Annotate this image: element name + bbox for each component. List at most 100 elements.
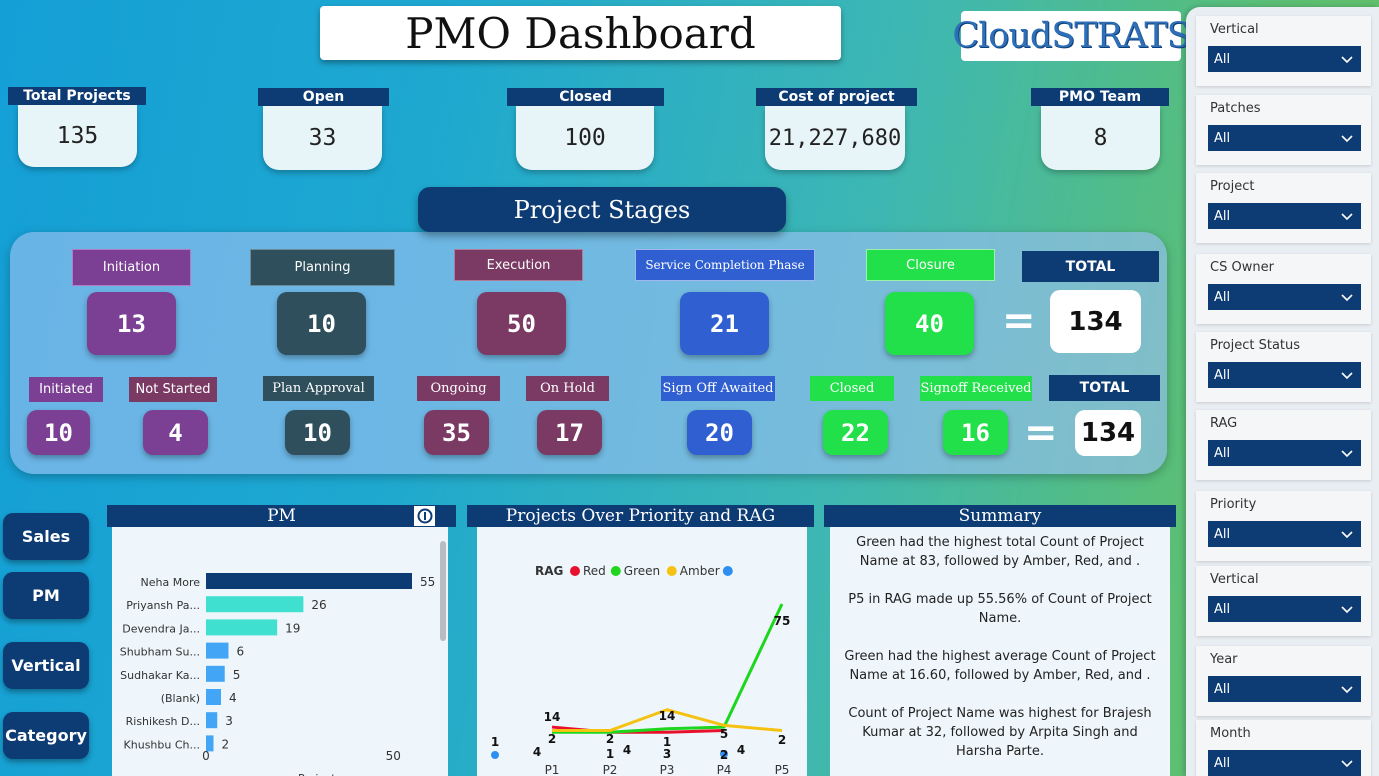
- stage-value-signoff-received: 16: [943, 410, 1008, 455]
- rag-x-tick: P1: [545, 763, 560, 776]
- slicer-dropdown[interactable]: All: [1208, 750, 1361, 776]
- slicer-label: CS Owner: [1210, 260, 1274, 275]
- slicer-label: Project Status: [1210, 338, 1301, 353]
- stage-value-plan-approval: 10: [285, 410, 350, 455]
- stage-value-service-completion: 21: [680, 292, 769, 355]
- stage-label-execution: Execution: [454, 249, 583, 281]
- slicer-dropdown[interactable]: All: [1208, 362, 1361, 388]
- slicer-label: RAG: [1210, 416, 1238, 431]
- slicer-value: All: [1214, 51, 1231, 67]
- kpi-value: 21,227,680: [765, 106, 905, 170]
- rag-legend-marker: [722, 566, 733, 576]
- stage-label-initiation: Initiation: [72, 249, 191, 286]
- slicer-dropdown[interactable]: All: [1208, 46, 1361, 72]
- slicer-value: All: [1214, 208, 1231, 224]
- nav-button-sales[interactable]: Sales: [3, 513, 89, 560]
- rag-data-label: 75: [774, 614, 791, 628]
- pm-category-label: Khushbu Ch...: [124, 738, 200, 751]
- stage-label-on-hold: On Hold: [526, 376, 609, 401]
- chevron-down-icon: [1341, 56, 1353, 64]
- pm-data-label: 4: [229, 691, 237, 705]
- slicer-dropdown[interactable]: All: [1208, 284, 1361, 310]
- pm-x-tick: 0: [202, 749, 210, 763]
- nav-button-pm[interactable]: PM: [3, 572, 89, 619]
- priority-rag-panel: Projects Over Priority and RAG RAG Red Gre…: [467, 505, 814, 776]
- slicer-dropdown[interactable]: All: [1208, 596, 1361, 622]
- summary-paragraph: P5 in RAG made up 55.56% of Count of Pro…: [848, 592, 1152, 626]
- equals-sign: =: [1002, 298, 1036, 344]
- pm-panel-header: PM: [107, 505, 456, 527]
- chevron-down-icon: [1341, 686, 1353, 694]
- stage-value-closed: 22: [823, 410, 888, 455]
- slicer-dropdown[interactable]: All: [1208, 521, 1361, 547]
- slicer-pane: Vertical All Patches All Project All CS …: [1186, 7, 1379, 776]
- pm-panel: PM Neha More 55 Priyansh Pa... 26 Devendra J…: [107, 505, 456, 776]
- slicer-project: Project All: [1196, 173, 1371, 243]
- info-icon[interactable]: [414, 506, 435, 526]
- rag-data-label: 4: [623, 743, 631, 757]
- slicer-dropdown[interactable]: All: [1208, 125, 1361, 151]
- pm-bar: [206, 619, 278, 636]
- nav-button-vertical[interactable]: Vertical: [3, 642, 89, 689]
- slicer-label: Priority: [1210, 497, 1257, 512]
- rag-legend-label: Amber: [680, 564, 720, 578]
- kpi-closed: Closed 100: [507, 88, 664, 170]
- equals-sign-2: =: [1024, 410, 1058, 456]
- summary-paragraph: Green had the highest total Count of Pro…: [856, 535, 1144, 569]
- rag-data-label: 14: [544, 710, 561, 724]
- stage-label-sign-off-awaited: Sign Off Awaited: [661, 376, 775, 401]
- stage-label-not-started: Not Started: [129, 377, 217, 402]
- kpi-open: Open 33: [258, 88, 389, 170]
- slicer-value: All: [1214, 601, 1231, 617]
- page-title: PMO Dashboard: [320, 6, 841, 60]
- rag-data-label: 3: [663, 747, 671, 761]
- pm-chart-body: Neha More 55 Priyansh Pa... 26 Devendra Ja..…: [112, 527, 448, 776]
- kpi-value: 8: [1041, 106, 1160, 170]
- rag-legend-marker: [570, 566, 580, 576]
- slicer-month: Month All: [1196, 720, 1371, 776]
- rag-legend-marker: [666, 566, 677, 576]
- pm-data-label: 2: [221, 737, 229, 751]
- chevron-down-icon: [1341, 213, 1353, 221]
- summary-panel: Summary Green had the highest total Coun…: [824, 505, 1176, 776]
- pm-scrollbar[interactable]: [440, 541, 446, 641]
- slicer-vertical: Vertical All: [1196, 16, 1371, 86]
- stage-label-initiated: Initiated: [29, 377, 103, 402]
- slicer-cs-owner: CS Owner All: [1196, 254, 1371, 324]
- chevron-down-icon: [1341, 531, 1353, 539]
- pm-bar: [206, 573, 412, 589]
- rag-legend-marker: [610, 566, 621, 576]
- rag-data-label: 4: [533, 745, 541, 759]
- pm-category-label: Neha More: [141, 576, 201, 589]
- kpi-label: Total Projects: [8, 87, 146, 105]
- kpi-pmo-team: PMO Team 8: [1031, 88, 1169, 170]
- stage-value-execution: 50: [477, 292, 566, 355]
- chevron-down-icon: [1341, 760, 1353, 768]
- stage-value-initiation: 13: [87, 292, 176, 355]
- slicer-dropdown[interactable]: All: [1208, 440, 1361, 466]
- pm-data-label: 5: [233, 668, 241, 682]
- slicer-value: All: [1214, 445, 1231, 461]
- pm-bar: [206, 596, 304, 613]
- stage-total-value: 134: [1050, 290, 1141, 353]
- chevron-down-icon: [1341, 606, 1353, 614]
- pm-bar: [206, 689, 221, 705]
- slicer-label: Month: [1210, 726, 1251, 741]
- stage-total-label-2: TOTAL: [1049, 375, 1160, 401]
- slicer-value: All: [1214, 681, 1231, 697]
- nav-button-category[interactable]: Category: [3, 712, 89, 759]
- slicer-dropdown[interactable]: All: [1208, 203, 1361, 229]
- stage-label-signoff-received: Signoff Received: [920, 376, 1032, 401]
- slicer-dropdown[interactable]: All: [1208, 676, 1361, 702]
- kpi-label: Open: [258, 88, 389, 106]
- kpi-value: 100: [516, 106, 654, 170]
- pm-bar: [206, 642, 229, 659]
- pm-bar-chart: Neha More 55Priyansh Pa... 26Devendra Ja..…: [120, 573, 435, 776]
- rag-x-tick: P3: [660, 763, 675, 776]
- pm-data-label: 55: [420, 575, 435, 589]
- stage-value-planning: 10: [277, 292, 366, 355]
- stage-value-initiated: 10: [27, 410, 90, 455]
- pm-category-label: Shubham Su...: [120, 646, 200, 659]
- slicer-label: Year: [1210, 652, 1238, 667]
- kpi-cost: Cost of project 21,227,680: [756, 88, 917, 170]
